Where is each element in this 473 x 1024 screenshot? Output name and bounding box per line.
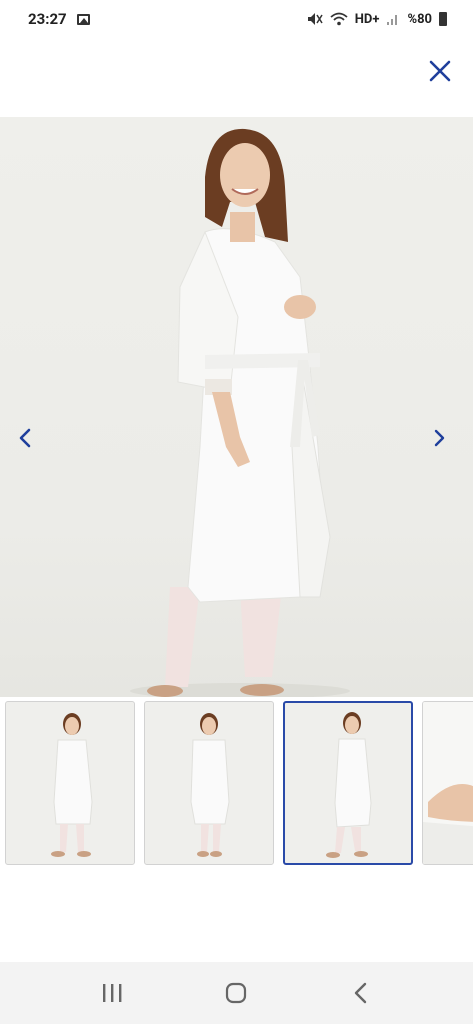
thumbnail-4-image (423, 702, 473, 864)
thumbnail-4[interactable] (422, 701, 473, 865)
network-type: HD+ (354, 11, 380, 27)
recents-icon (103, 984, 122, 1002)
wifi-icon (330, 12, 348, 26)
battery-level: %80 (407, 11, 432, 27)
thumbnail-strip[interactable] (0, 701, 473, 867)
thumbnail-3-image (326, 712, 372, 858)
back-button[interactable] (341, 973, 381, 1013)
mute-icon (307, 13, 323, 25)
battery-icon (439, 12, 447, 26)
status-right: HD+ %80 (307, 12, 447, 27)
thumbnail-3-selected[interactable] (283, 701, 413, 865)
status-left: 23:27 (28, 10, 90, 28)
thumbnail-2[interactable] (144, 701, 274, 865)
home-button[interactable] (216, 973, 256, 1013)
thumbnail-2-image (190, 713, 230, 857)
back-icon (354, 982, 367, 1004)
home-icon (226, 982, 247, 1004)
product-image-gallery[interactable] (0, 117, 473, 697)
thumbnail-1[interactable] (5, 701, 135, 865)
chevron-left-icon[interactable] (14, 425, 36, 451)
gallery-notification-icon (76, 13, 90, 25)
top-bar (0, 38, 473, 116)
system-nav-bar (0, 962, 473, 1024)
status-bar: 23:27 HD+ %80 (0, 0, 473, 38)
chevron-right-icon[interactable] (429, 425, 451, 451)
recents-button[interactable] (92, 973, 132, 1013)
thumbnail-1-image (51, 713, 93, 857)
close-icon[interactable] (427, 58, 453, 84)
status-time: 23:27 (28, 10, 67, 28)
product-photo (130, 128, 350, 697)
signal-icon (387, 15, 398, 25)
